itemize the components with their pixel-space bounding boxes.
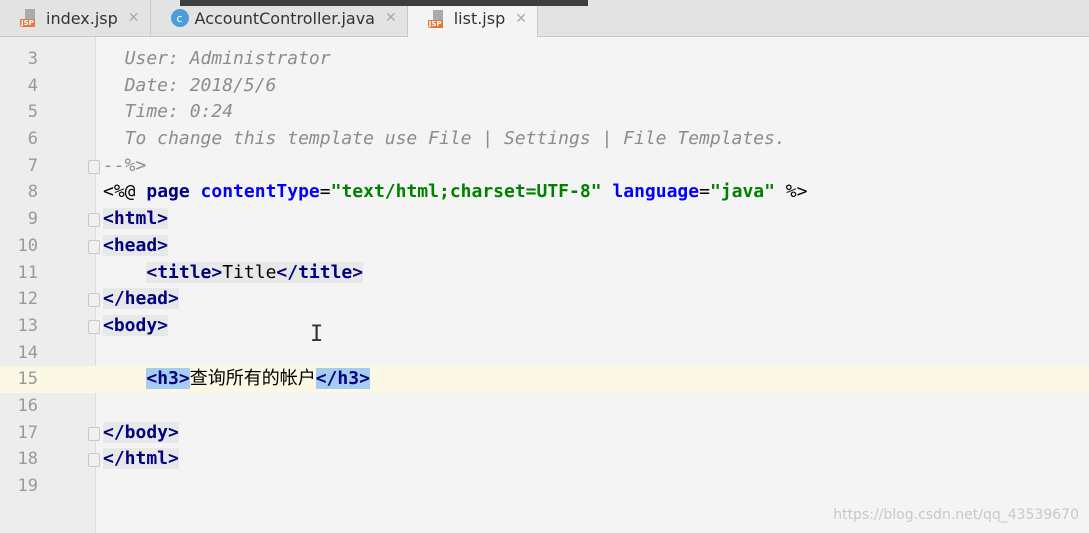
line-number: 14 (17, 342, 38, 363)
code-line: 6 To change this template use File | Set… (0, 126, 1089, 153)
jsp-file-icon: JSP (20, 9, 40, 27)
code-line: 13 <body> (0, 313, 1089, 340)
watermark: https://blog.csdn.net/qq_43539670 (833, 507, 1079, 523)
jsp-file-icon: JSP (427, 9, 448, 28)
line-number: 11 (17, 262, 38, 283)
fold-marker-icon[interactable] (88, 426, 100, 441)
tab-index-jsp[interactable]: JSP index.jsp ✕ (0, 0, 151, 36)
code-token: Date: 2018/5/6 (103, 74, 277, 96)
code-text: Date: 2018/5/6 (103, 73, 277, 100)
line-number: 8 (27, 182, 38, 203)
code-token: = (319, 181, 331, 203)
code-token: "text/html;charset=UTF-8" (330, 181, 602, 203)
tab-label: AccountController.java (194, 8, 375, 28)
code-text: </html> (103, 446, 179, 473)
code-token: </h3> (315, 368, 370, 390)
line-number: 19 (17, 476, 38, 496)
overlay-bar (180, 0, 588, 6)
java-class-icon: c (170, 9, 189, 27)
code-line: 19 (0, 473, 1089, 500)
code-token: --%> (103, 154, 147, 176)
code-token: Time: 0:24 (103, 101, 234, 123)
code-line: 14 (0, 340, 1089, 367)
code-token: <title> (146, 261, 223, 283)
code-line: 15 <h3>查询所有的帐户</h3> (0, 366, 1089, 393)
code-token: %> (774, 181, 808, 203)
code-token: = (699, 181, 710, 203)
line-number: 15 (17, 369, 38, 390)
code-token: <head> (103, 234, 169, 256)
code-line: 9 <html> (0, 206, 1089, 233)
tab-label: list.jsp (453, 9, 506, 28)
code-token: Title (222, 261, 277, 283)
code-token: contentType (200, 181, 320, 203)
line-number: 3 (27, 49, 38, 69)
code-text: <title>Title</title> (103, 260, 364, 287)
fold-marker-icon[interactable] (88, 293, 100, 308)
line-number: 4 (27, 75, 38, 96)
fold-marker-icon[interactable] (88, 453, 100, 468)
code-token: To change this template use File | Setti… (103, 128, 786, 150)
code-line: 3 User: Administrator (0, 46, 1089, 73)
code-text: Time: 0:24 (103, 99, 233, 126)
code-token: <html> (103, 208, 169, 230)
code-line: 12 </head> (0, 286, 1089, 313)
code-line: 11 <title>Title</title> (0, 260, 1089, 287)
code-token: </html> (103, 448, 179, 470)
code-text: <html> (103, 206, 169, 233)
code-token: <%@ (103, 181, 147, 203)
code-text: </body> (103, 420, 179, 447)
line-number: 5 (27, 102, 38, 123)
code-text: <body> (103, 313, 169, 340)
code-token: "java" (709, 181, 775, 203)
close-icon[interactable]: ✕ (515, 11, 527, 27)
code-token: </body> (103, 421, 179, 443)
code-line: 7 --%> (0, 153, 1089, 180)
code-text: User: Administrator (103, 46, 331, 73)
code-line: 18 </html> (0, 446, 1089, 473)
code-line: 10 <head> (0, 233, 1089, 260)
code-token: page (146, 181, 201, 203)
line-number: 7 (27, 155, 38, 176)
line-number: 10 (17, 235, 38, 256)
code-line: 5 Time: 0:24 (0, 99, 1089, 126)
line-number: 9 (27, 209, 38, 230)
code-text: To change this template use File | Setti… (103, 126, 786, 153)
code-text: <h3>查询所有的帐户</h3> (103, 366, 370, 393)
code-line: 4 Date: 2018/5/6 (0, 73, 1089, 100)
fold-marker-icon[interactable] (88, 159, 100, 174)
line-number: 13 (17, 315, 38, 336)
code-token: </title> (276, 261, 364, 283)
code-token: <h3> (146, 368, 190, 390)
code-text: <head> (103, 233, 169, 260)
code-editor[interactable]: 3 User: Administrator 4 Date: 2018/5/6 5 T… (0, 46, 1089, 500)
code-line: 16 (0, 393, 1089, 420)
text-cursor-icon: I (310, 322, 324, 347)
line-number: 16 (17, 395, 38, 416)
line-number: 6 (27, 129, 38, 150)
close-icon[interactable]: ✕ (128, 10, 140, 26)
code-text: </head> (103, 286, 179, 313)
code-text: <%@ page contentType="text/html;charset=… (103, 179, 807, 206)
tab-label: index.jsp (46, 8, 118, 28)
code-text: --%> (103, 153, 146, 180)
code-token: User: Administrator (103, 48, 331, 69)
line-number: 12 (17, 289, 38, 310)
fold-marker-icon[interactable] (88, 239, 100, 254)
code-line: 8 <%@ page contentType="text/html;charset… (0, 179, 1089, 206)
code-token: language (612, 181, 700, 203)
line-number: 18 (17, 449, 38, 470)
fold-marker-icon[interactable] (88, 213, 100, 228)
code-token: 查询所有的帐户 (189, 368, 316, 390)
line-number: 17 (17, 422, 38, 443)
close-icon[interactable]: ✕ (385, 10, 397, 26)
fold-marker-icon[interactable] (88, 319, 100, 334)
code-token: </head> (103, 288, 179, 310)
code-token: <body> (103, 314, 169, 336)
code-line: 17 </body> (0, 420, 1089, 447)
